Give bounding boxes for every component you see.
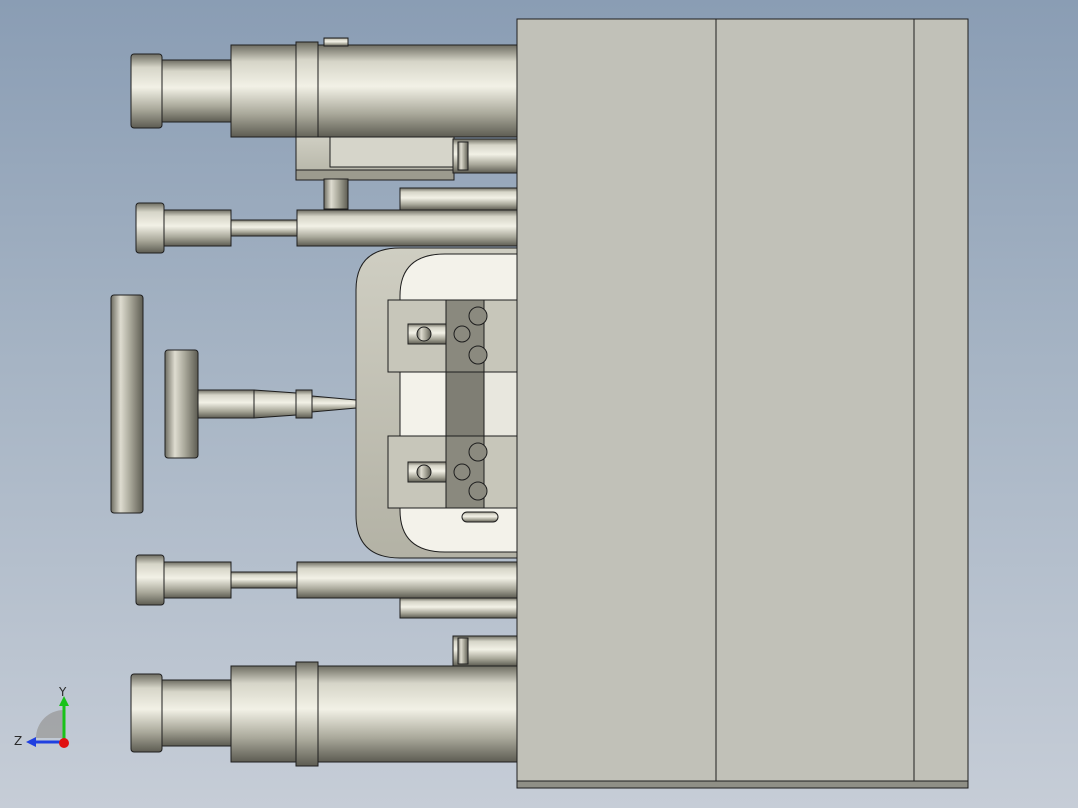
- upper-cylinder-assembly[interactable]: [130, 37, 519, 210]
- y-axis-label: Y: [58, 685, 67, 699]
- mold-core[interactable]: [355, 247, 519, 559]
- cad-viewport[interactable]: Y Z: [0, 0, 1078, 808]
- lower-cylinder-assembly[interactable]: [130, 635, 519, 767]
- triad-plane-icon: [36, 710, 64, 738]
- lower-tie-rod[interactable]: [135, 554, 519, 619]
- x-axis-icon: [59, 738, 69, 748]
- injection-nozzle[interactable]: [110, 294, 357, 514]
- z-axis-label: Z: [14, 734, 22, 748]
- mold-platens[interactable]: [516, 18, 969, 789]
- model-render[interactable]: [0, 0, 1078, 808]
- orientation-triad: Y Z: [14, 685, 69, 748]
